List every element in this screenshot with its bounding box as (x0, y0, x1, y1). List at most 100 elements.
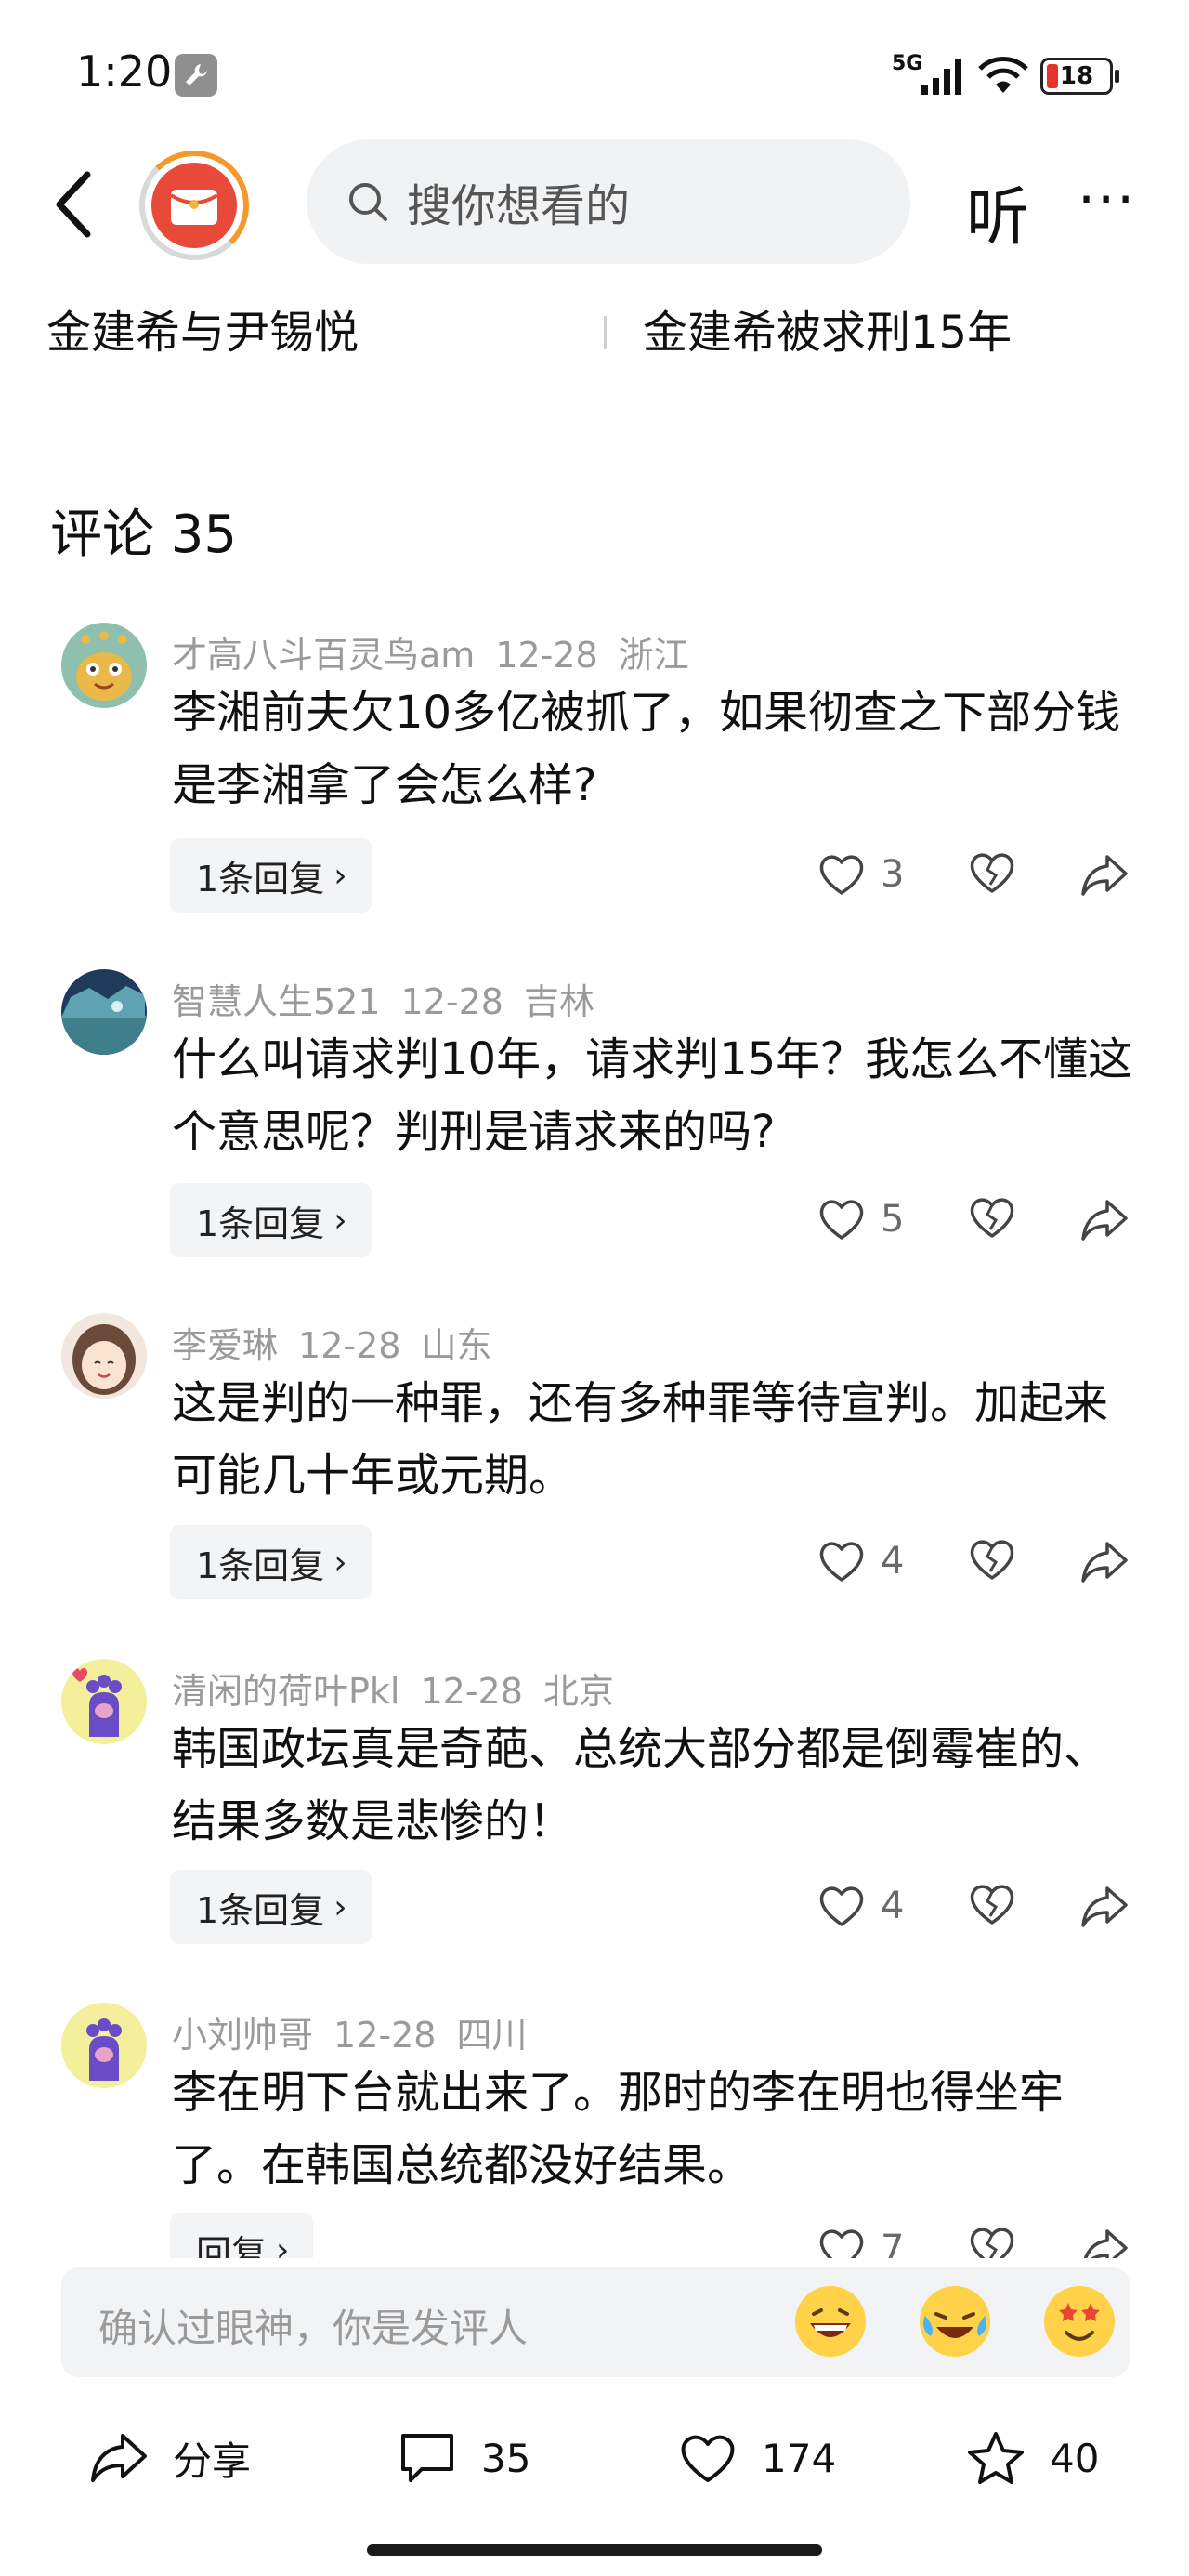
comment-meta: 才高八斗百灵鸟am 12-28 浙江 (172, 626, 710, 677)
comment-location: 浙江 (618, 635, 689, 676)
comment-text: 李湘前夫欠10多亿被抓了，如果彻查之下部分钱是李湘拿了会怎么样? (172, 687, 1121, 811)
like-button[interactable]: 174 (678, 2412, 836, 2504)
broken-heart-icon[interactable] (968, 849, 1016, 896)
like-count: 7 (881, 2228, 905, 2258)
comment-item: 李爱琳 12-28 山东 这是判的一种罪，还有多种罪等待宣判。加起来可能几十年或元期… (0, 1313, 1189, 1610)
heart-icon[interactable] (817, 851, 866, 898)
comment-location: 北京 (542, 1671, 614, 1712)
comment-actions: 5 (817, 1183, 1189, 1257)
search-icon (349, 183, 387, 221)
heart-icon[interactable] (817, 1196, 866, 1242)
comments-title: 评论 35 (50, 505, 238, 565)
signal-icon (921, 59, 961, 95)
likes-count: 174 (762, 2435, 837, 2481)
reply-count-label: 回复 (196, 2232, 268, 2259)
comment-date: 12-28 (400, 981, 503, 1022)
comment-bubble-icon (401, 2434, 453, 2482)
like-count: 5 (881, 1198, 905, 1241)
share-arrow-icon[interactable] (1079, 1196, 1130, 1242)
comment-input[interactable]: 确认过眼神，你是发评人 (61, 2267, 1130, 2377)
comment-date: 12-28 (420, 1671, 523, 1712)
related-search-item[interactable]: 金建希被求刑15年 (643, 296, 1012, 361)
star-eyes-emoji-icon[interactable] (1044, 2286, 1115, 2357)
app-logo-avatar[interactable] (139, 151, 249, 260)
network-type: 5G (892, 52, 923, 75)
related-searches: 金建希与尹锡悦 金建希被求刑15年 (0, 296, 1189, 370)
back-arrow-icon[interactable] (46, 167, 102, 242)
comment-input-placeholder: 确认过眼神，你是发评人 (98, 2306, 529, 2351)
comment-actions: 4 (817, 1870, 1189, 1944)
avatar[interactable] (61, 969, 147, 1055)
comment-date: 12-28 (495, 635, 598, 676)
heart-icon[interactable] (817, 1538, 866, 1584)
heart-icon[interactable] (817, 1883, 866, 1929)
comment-meta: 小刘帅哥 12-28 四川 (172, 2006, 547, 2057)
search-placeholder: 搜你想看的 (407, 180, 631, 232)
share-label: 分享 (173, 2438, 252, 2484)
share-arrow-icon (91, 2434, 147, 2482)
like-count: 4 (881, 1885, 905, 1927)
chevron-right-icon: › (276, 2230, 290, 2259)
share-button[interactable]: 分享 (89, 2412, 251, 2504)
share-arrow-icon[interactable] (1079, 851, 1130, 898)
comment-text: 李在明下台就出来了。那时的李在明也得坐牢了。在韩国总统都没好结果。 (172, 2067, 1065, 2191)
broken-heart-icon[interactable] (968, 1536, 1016, 1583)
reply-count-label: 1条回复 (196, 858, 325, 900)
star-icon (968, 2432, 1024, 2484)
comment-text: 这是判的一种罪，还有多种罪等待宣判。加起来可能几十年或元期。 (172, 1377, 1109, 1502)
comment-date: 12-28 (298, 1325, 401, 1366)
chevron-right-icon: › (333, 1543, 347, 1582)
comment-actions: 7 (817, 2213, 1189, 2258)
battery-icon: 18 (1040, 58, 1119, 95)
top-header: 搜你想看的 听 ··· (0, 139, 1189, 269)
reply-count-label: 1条回复 (196, 1203, 325, 1244)
comment-username[interactable]: 智慧人生521 (172, 981, 381, 1022)
comments-button[interactable]: 35 (398, 2412, 530, 2504)
heart-icon[interactable] (817, 2226, 866, 2258)
broken-heart-icon[interactable] (968, 2224, 1016, 2258)
favorite-button[interactable]: 40 (966, 2412, 1099, 2504)
home-indicator (367, 2544, 822, 2556)
comment-item: 才高八斗百灵鸟am 12-28 浙江 李湘前夫欠10多亿被抓了，如果彻查之下部分钱是… (0, 623, 1189, 920)
comment-date: 12-28 (333, 2015, 437, 2056)
comment-meta: 李爱琳 12-28 山东 (172, 1317, 512, 1368)
grin-emoji-icon[interactable] (795, 2286, 866, 2357)
avatar[interactable] (61, 1659, 147, 1744)
battery-percent: 18 (1059, 62, 1094, 90)
broken-heart-icon[interactable] (968, 1881, 1016, 1927)
comment-username[interactable]: 小刘帅哥 (172, 2015, 313, 2056)
avatar[interactable] (61, 2003, 147, 2088)
view-replies-button[interactable]: 1条回复 › (170, 1183, 372, 1257)
avatar[interactable] (61, 1313, 147, 1399)
share-arrow-icon[interactable] (1079, 1883, 1130, 1929)
reply-count-label: 1条回复 (196, 1544, 325, 1586)
like-count: 3 (881, 853, 905, 896)
comments-count: 35 (481, 2435, 531, 2481)
status-bar: 1:20 5G 18 (0, 0, 1189, 149)
comment-username[interactable]: 李爱琳 (172, 1325, 278, 1366)
comment-username[interactable]: 才高八斗百灵鸟am (172, 635, 475, 676)
chevron-right-icon: › (333, 1887, 347, 1926)
share-arrow-icon[interactable] (1079, 1538, 1130, 1584)
bottom-toolbar: 分享 35 174 40 (0, 2412, 1189, 2514)
more-options-button[interactable]: ··· (1078, 167, 1136, 232)
comment-item: 小刘帅哥 12-28 四川 李在明下台就出来了。那时的李在明也得坐牢了。在韩国总统都… (0, 2003, 1189, 2258)
view-replies-button[interactable]: 1条回复 › (170, 1870, 372, 1944)
comment-location: 吉林 (523, 981, 594, 1022)
listen-button[interactable]: 听 (966, 165, 1029, 257)
broken-heart-icon[interactable] (968, 1194, 1016, 1241)
comment-username[interactable]: 清闲的荷叶Pkl (172, 1671, 399, 1712)
laugh-cry-emoji-icon[interactable] (920, 2286, 990, 2357)
related-search-item[interactable]: 金建希与尹锡悦 (46, 296, 359, 361)
view-replies-button[interactable]: 回复 › (170, 2213, 314, 2259)
reply-count-label: 1条回复 (196, 1889, 325, 1931)
like-count: 4 (881, 1540, 905, 1583)
search-bar[interactable]: 搜你想看的 (307, 139, 910, 264)
view-replies-button[interactable]: 1条回复 › (170, 838, 372, 913)
view-replies-button[interactable]: 1条回复 › (170, 1525, 372, 1599)
favorites-count: 40 (1050, 2435, 1100, 2481)
divider (604, 316, 607, 349)
share-arrow-icon[interactable] (1079, 2226, 1130, 2258)
comment-item: 清闲的荷叶Pkl 12-28 北京 韩国政坛真是奇葩、总统大部分都是倒霉崔的、结果多… (0, 1659, 1189, 1956)
avatar[interactable] (61, 623, 147, 708)
